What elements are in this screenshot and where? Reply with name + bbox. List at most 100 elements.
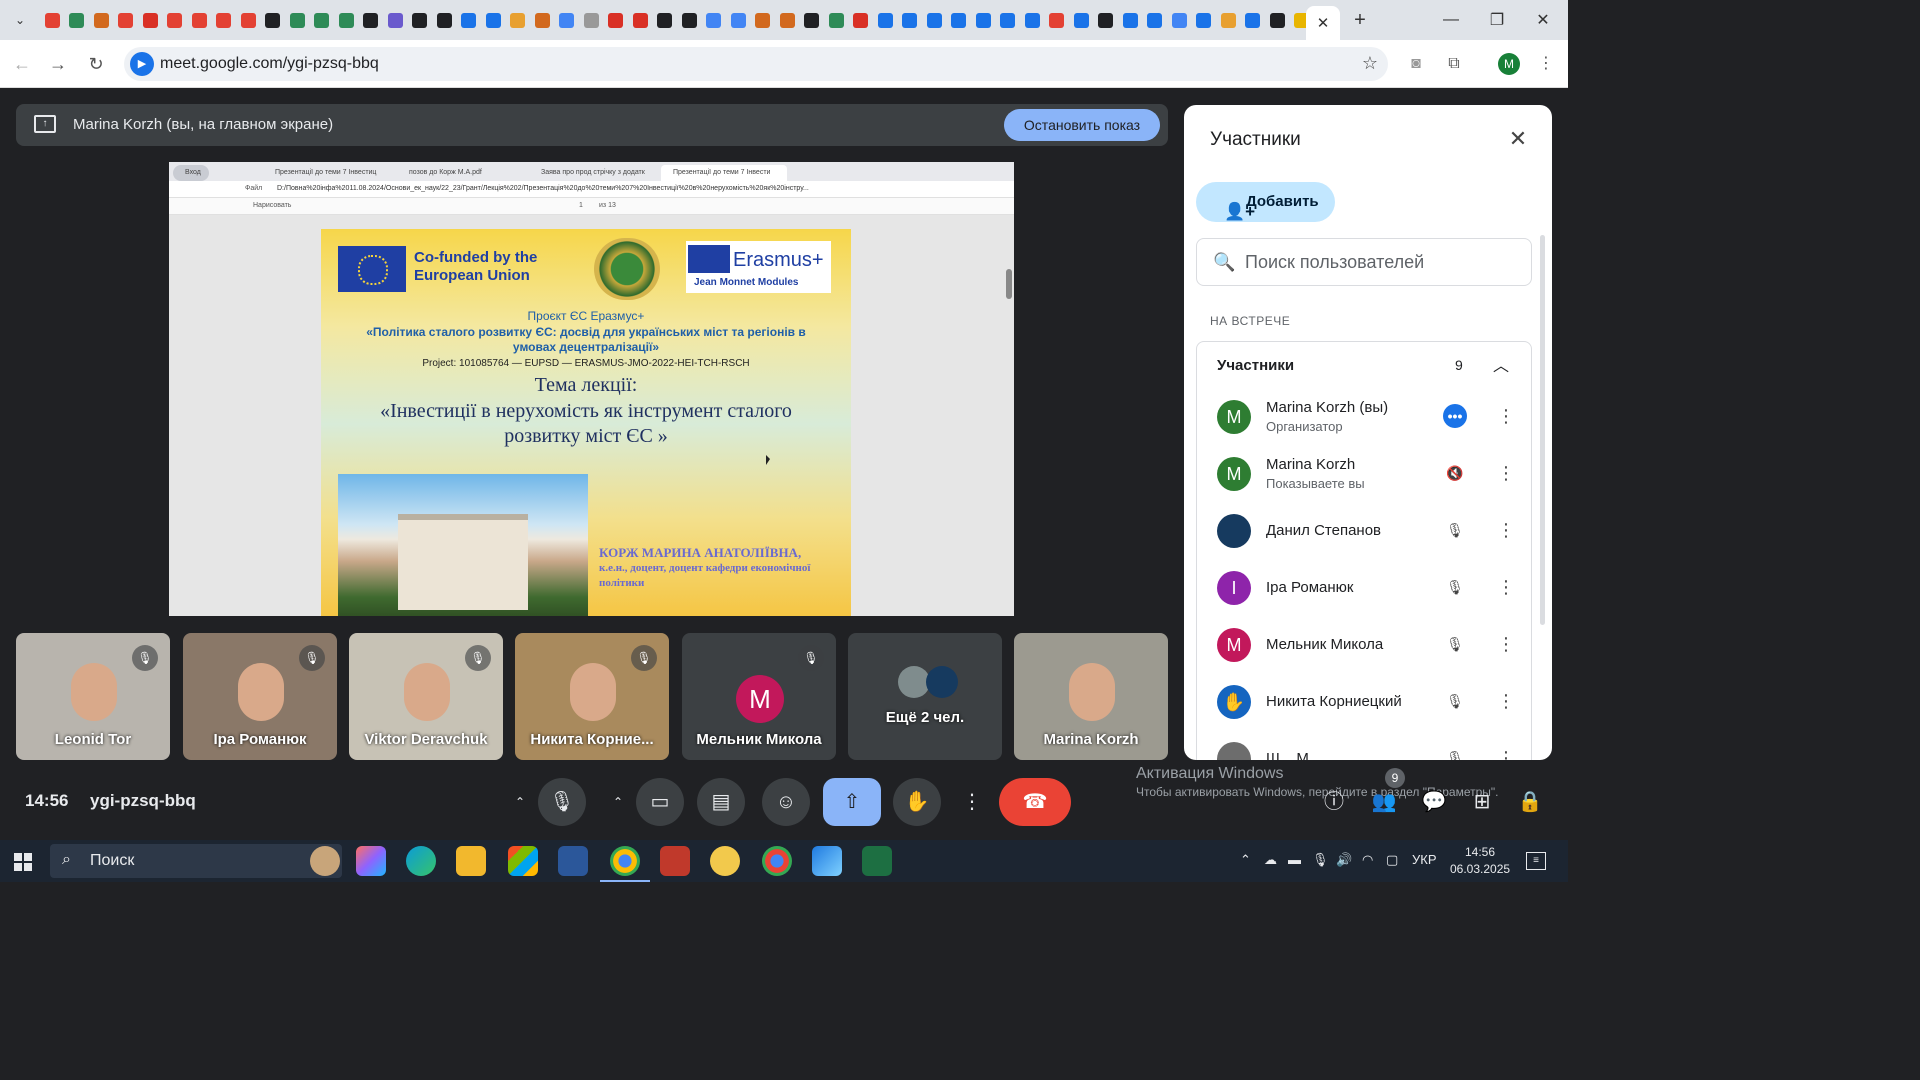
captions-button[interactable]: ▤ — [697, 778, 745, 826]
meet-site-icon[interactable]: ▶ — [130, 52, 154, 76]
tab-favicon-icon[interactable] — [604, 0, 629, 40]
window-minimize-icon[interactable]: — — [1428, 0, 1474, 40]
people-search[interactable]: 🔍 — [1196, 238, 1532, 286]
muted-mic-icon[interactable]: 🔇 — [1443, 461, 1467, 485]
profile-avatar[interactable]: M — [1498, 53, 1520, 75]
panel-scrollbar[interactable] — [1540, 235, 1545, 625]
participant-menu-icon[interactable]: ⋮ — [1497, 404, 1515, 428]
tab-favicon-icon[interactable] — [383, 0, 408, 40]
windows-start-icon[interactable] — [14, 853, 32, 871]
excel-app-icon[interactable] — [862, 846, 892, 876]
wifi-icon[interactable]: ◠ — [1362, 852, 1373, 868]
tab-favicon-icon[interactable] — [114, 0, 139, 40]
meeting-info-icon[interactable]: ⓘ — [1318, 786, 1350, 818]
tab-favicon-icon[interactable] — [751, 0, 776, 40]
tab-favicon-icon[interactable] — [1216, 0, 1241, 40]
participant-menu-icon[interactable]: ⋮ — [1497, 746, 1515, 760]
tab-favicon-icon[interactable] — [996, 0, 1021, 40]
participant-row[interactable]: ✋ Никита Корниецкий 🎙 ⋮ — [1197, 675, 1533, 732]
tab-favicon-icon[interactable] — [653, 0, 678, 40]
taskbar-clock[interactable]: 14:56 06.03.2025 — [1450, 844, 1510, 878]
participant-row[interactable]: M Marina Korzh Показываете вы 🔇 ⋮ — [1197, 447, 1533, 504]
onedrive-icon[interactable]: ☁ — [1264, 852, 1277, 868]
tab-favicon-icon[interactable] — [1192, 0, 1217, 40]
muted-mic-icon[interactable]: 🎙 — [1443, 575, 1467, 599]
raise-hand-button[interactable]: ✋ — [893, 778, 941, 826]
battery-icon[interactable]: ▬ — [1288, 852, 1301, 867]
tab-favicon-icon[interactable] — [1094, 0, 1119, 40]
address-bar[interactable]: ▶ meet.google.com/ygi-pzsq-bbq ☆ — [124, 47, 1388, 81]
tab-favicon-icon[interactable] — [1167, 0, 1192, 40]
participant-menu-icon[interactable]: ⋮ — [1497, 575, 1515, 599]
tab-favicon-icon[interactable] — [775, 0, 800, 40]
add-people-button[interactable]: 👤+ Добавить — [1196, 182, 1335, 222]
new-tab-plus-icon[interactable]: + — [1348, 8, 1372, 32]
camera-button[interactable]: ▭ — [636, 778, 684, 826]
participant-tile[interactable]: Ещё 2 чел. — [848, 633, 1002, 760]
extensions-icon[interactable]: ⧉ — [1442, 52, 1466, 76]
tab-favicon-icon[interactable] — [555, 0, 580, 40]
tab-favicon-icon[interactable] — [334, 0, 359, 40]
tab-favicon-icon[interactable] — [530, 0, 555, 40]
chrome-profile-app-icon[interactable] — [762, 846, 792, 876]
edge-app-icon[interactable] — [406, 846, 436, 876]
bookmark-star-icon[interactable]: ☆ — [1362, 53, 1378, 74]
muted-mic-icon[interactable]: 🎙 — [1443, 518, 1467, 542]
input-language[interactable]: УКР — [1412, 852, 1437, 867]
chat-icon[interactable]: 💬 — [1418, 786, 1450, 818]
participant-row[interactable]: Ш... М... 🎙 ⋮ — [1197, 732, 1533, 760]
tab-favicon-icon[interactable] — [628, 0, 653, 40]
tab-favicon-icon[interactable] — [359, 0, 384, 40]
group-collapse-chevron-icon[interactable]: ︿ — [1493, 352, 1509, 376]
back-arrow-icon[interactable]: ← — [10, 52, 34, 76]
tray-overflow-chevron-icon[interactable]: ⌃ — [1240, 852, 1251, 868]
browser-menu-icon[interactable]: ⋮ — [1534, 52, 1558, 76]
tab-favicon-icon[interactable] — [432, 0, 457, 40]
photos-app-icon[interactable] — [812, 846, 842, 876]
host-controls-icon[interactable]: 🔒 — [1514, 786, 1546, 818]
people-search-input[interactable] — [1245, 251, 1515, 273]
winrar-app-icon[interactable] — [660, 846, 690, 876]
more-options-icon[interactable]: ⋮ — [948, 778, 996, 826]
microphone-button[interactable]: 🎙 — [538, 778, 586, 826]
audio-options-chevron-icon[interactable]: ⌃ — [508, 778, 532, 826]
participant-menu-icon[interactable]: ⋮ — [1497, 689, 1515, 713]
camera-icon[interactable]: ◙ — [1404, 52, 1428, 76]
speaking-indicator-icon[interactable]: ••• — [1443, 404, 1467, 428]
window-close-icon[interactable]: ✕ — [1520, 0, 1566, 40]
tab-favicon-icon[interactable] — [261, 0, 286, 40]
muted-mic-icon[interactable]: 🎙 — [1443, 689, 1467, 713]
volume-icon[interactable]: 🔊 — [1336, 852, 1352, 868]
tab-favicon-icon[interactable] — [849, 0, 874, 40]
participant-tile[interactable]: 🎙 Viktor Deravchuk — [349, 633, 503, 760]
tab-favicon-icon[interactable] — [873, 0, 898, 40]
tab-favicon-icon[interactable] — [579, 0, 604, 40]
participant-tile[interactable]: 🎙 Іра Романюк — [183, 633, 337, 760]
tab-favicon-icon[interactable] — [285, 0, 310, 40]
tab-favicon-icon[interactable] — [163, 0, 188, 40]
video-options-chevron-icon[interactable]: ⌃ — [606, 778, 630, 826]
tab-search-chevron-icon[interactable]: ⌄ — [0, 0, 40, 40]
reactions-button[interactable]: ☺ — [762, 778, 810, 826]
pdf-scrollbar[interactable] — [1006, 269, 1012, 299]
tab-favicon-icon[interactable] — [1118, 0, 1143, 40]
tab-favicon-icon[interactable] — [726, 0, 751, 40]
panel-close-icon[interactable]: ✕ — [1504, 125, 1532, 153]
tab-favicon-icon[interactable] — [702, 0, 727, 40]
stop-presenting-button[interactable]: Остановить показ — [1004, 109, 1160, 141]
participant-menu-icon[interactable]: ⋮ — [1497, 518, 1515, 542]
tab-favicon-icon[interactable] — [236, 0, 261, 40]
tab-favicon-icon[interactable] — [1265, 0, 1290, 40]
tab-favicon-icon[interactable] — [824, 0, 849, 40]
tab-favicon-icon[interactable] — [1069, 0, 1094, 40]
file-explorer-app-icon[interactable] — [456, 846, 486, 876]
notifications-icon[interactable]: ≡ — [1526, 852, 1546, 870]
participant-tile[interactable]: M 🎙 Мельник Микола — [682, 633, 836, 760]
tab-favicon-icon[interactable] — [65, 0, 90, 40]
tab-favicon-icon[interactable] — [481, 0, 506, 40]
activities-icon[interactable]: ⊞ — [1466, 786, 1498, 818]
window-restore-icon[interactable]: ❐ — [1474, 0, 1520, 40]
tab-favicon-icon[interactable] — [212, 0, 237, 40]
tab-favicon-icon[interactable] — [89, 0, 114, 40]
people-icon[interactable]: 👥 — [1368, 786, 1400, 818]
